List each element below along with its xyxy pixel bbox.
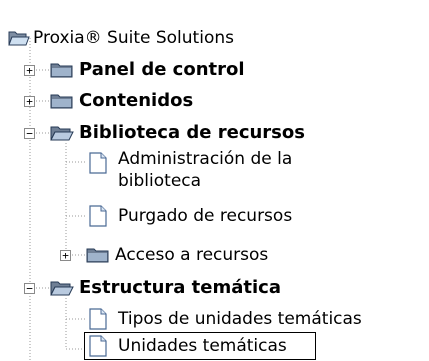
page-icon — [89, 152, 107, 174]
tree-item-contenidos[interactable]: + Contenidos — [24, 87, 193, 115]
folder-icon — [86, 248, 109, 263]
tree-item-unidades-tematicas-selected[interactable]: Unidades temáticas — [84, 332, 316, 360]
folder-icon — [50, 63, 73, 78]
tree-item-label: Administración de la — [118, 149, 293, 169]
folder-icon — [50, 94, 73, 109]
tree-root-label: Proxia® Suite Solutions — [33, 28, 234, 48]
tree-item-label: Unidades temáticas — [118, 336, 287, 356]
open-folder-icon — [50, 281, 74, 296]
expand-toggle-icon[interactable]: + — [24, 65, 35, 76]
page-icon — [89, 335, 107, 357]
tree-item-acceso-a-recursos[interactable]: + Acceso a recursos — [60, 241, 268, 269]
tree-item-biblioteca-de-recursos[interactable]: − Biblioteca de recursos — [24, 119, 305, 147]
tree-item-purgado-de-recursos[interactable]: Purgado de recursos — [88, 202, 292, 230]
tree-item-panel-de-control[interactable]: + Panel de control — [24, 56, 245, 84]
collapse-toggle-icon[interactable]: − — [24, 283, 35, 294]
tree-item-estructura-tematica[interactable]: − Estructura temática — [24, 274, 281, 302]
tree-item-administracion-biblioteca[interactable]: Administración de la biblioteca — [88, 148, 292, 196]
tree-item-label: Contenidos — [79, 90, 194, 111]
open-folder-icon — [8, 31, 30, 46]
tree-item-label-continued: biblioteca — [118, 171, 202, 191]
page-icon — [89, 308, 107, 330]
navigation-tree: Proxia® Suite Solutions + Panel de contr… — [0, 0, 429, 361]
page-icon — [89, 205, 107, 227]
collapse-toggle-icon[interactable]: − — [24, 128, 35, 139]
expand-toggle-icon[interactable]: + — [60, 250, 71, 261]
tree-item-label: Panel de control — [79, 59, 245, 80]
open-folder-icon — [50, 126, 74, 141]
tree-item-label: Estructura temática — [79, 277, 281, 298]
tree-item-label: Biblioteca de recursos — [79, 122, 305, 143]
tree-root[interactable]: Proxia® Suite Solutions — [8, 24, 234, 52]
tree-item-label: Acceso a recursos — [115, 245, 269, 265]
tree-item-label: Purgado de recursos — [118, 206, 293, 226]
tree-item-label: Tipos de unidades temáticas — [118, 309, 362, 329]
expand-toggle-icon[interactable]: + — [24, 96, 35, 107]
tree-item-tipos-de-unidades-tematicas[interactable]: Tipos de unidades temáticas — [88, 305, 362, 333]
